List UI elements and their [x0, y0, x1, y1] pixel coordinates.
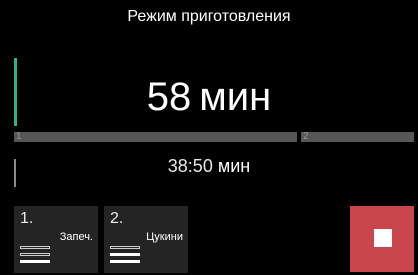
remaining-time-display: 38:50 мин: [0, 154, 418, 178]
heat-level-line: [110, 246, 140, 249]
step-name: Цукини: [146, 231, 183, 243]
heat-level-line: [20, 260, 50, 263]
stop-button[interactable]: [350, 206, 414, 272]
heat-level-icon: [20, 246, 50, 267]
total-time-value: 58: [146, 75, 192, 119]
step-name: Запеч.: [59, 231, 93, 243]
heat-level-line: [20, 253, 50, 256]
total-time-display: 58 мин: [0, 74, 418, 120]
heat-level-icon: [110, 246, 140, 267]
remaining-time-unit: мин: [217, 156, 251, 176]
step-card-2[interactable]: 2. Цукини: [104, 206, 188, 273]
remaining-time-value: 38:50: [167, 156, 213, 176]
step-number: 1.: [20, 210, 34, 227]
heat-level-line: [110, 260, 140, 263]
stop-square-icon: [374, 229, 392, 247]
progress-segment-2: 2: [301, 132, 414, 142]
page-title: Режим приготовления: [127, 8, 291, 25]
progress-segment-label: 2: [303, 131, 309, 142]
step-card-1[interactable]: 1. Запеч.: [14, 206, 98, 273]
progress-segment-1: 1: [14, 132, 297, 142]
progress-segment-label: 1: [16, 131, 22, 142]
step-number: 2.: [110, 210, 124, 227]
total-time-unit: мин: [199, 75, 272, 119]
heat-level-line: [20, 246, 50, 249]
heat-level-line: [110, 253, 140, 256]
